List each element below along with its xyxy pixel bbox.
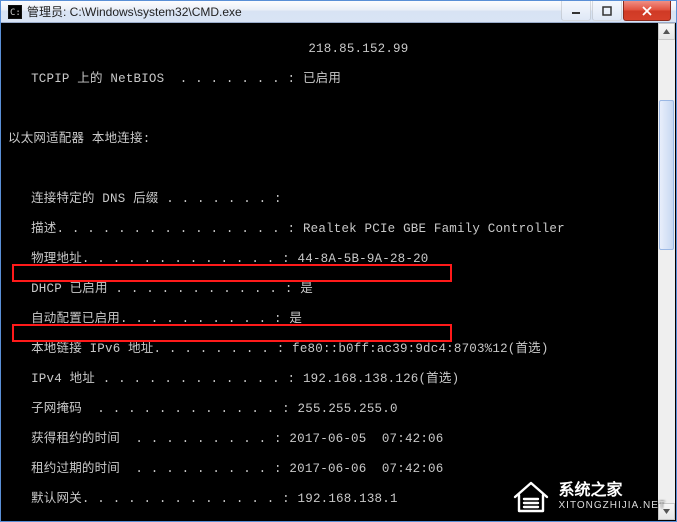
house-icon: [509, 477, 553, 515]
output-line: IPv4 地址 . . . . . . . . . . . . : 192.16…: [8, 372, 653, 387]
output-line: [8, 162, 653, 177]
output-line: 获得租约的时间 . . . . . . . . . : 2017-06-05 0…: [8, 432, 653, 447]
watermark-url: XITONGZHIJIA.NET: [559, 500, 667, 511]
output-line: [8, 102, 653, 117]
output-line: 描述. . . . . . . . . . . . . . . : Realte…: [8, 222, 653, 237]
output-line: 218.85.152.99: [8, 42, 653, 57]
output-line: 物理地址. . . . . . . . . . . . . : 44-8A-5B…: [8, 252, 653, 267]
scroll-track[interactable]: [658, 40, 675, 503]
watermark: 系统之家 XITONGZHIJIA.NET: [509, 477, 667, 515]
terminal-output[interactable]: 218.85.152.99 TCPIP 上的 NetBIOS . . . . .…: [8, 27, 653, 517]
scroll-thumb[interactable]: [659, 100, 674, 250]
output-line: 自动配置已启用. . . . . . . . . . : 是: [8, 312, 653, 327]
vertical-scrollbar[interactable]: [658, 23, 675, 520]
svg-text:C:: C:: [10, 8, 21, 18]
output-line: DHCP 已启用 . . . . . . . . . . . : 是: [8, 282, 653, 297]
output-line: 本地链接 IPv6 地址. . . . . . . . : fe80::b0ff…: [8, 342, 653, 357]
minimize-button[interactable]: [561, 1, 591, 21]
output-line: 连接特定的 DNS 后缀 . . . . . . . :: [8, 192, 653, 207]
output-line: 租约过期的时间 . . . . . . . . . : 2017-06-06 0…: [8, 462, 653, 477]
adapter-header: 以太网适配器 本地连接:: [8, 132, 653, 147]
titlebar[interactable]: C: 管理员: C:\Windows\system32\CMD.exe: [1, 1, 676, 23]
watermark-title: 系统之家: [559, 482, 667, 500]
close-button[interactable]: [623, 1, 671, 21]
output-line: TCPIP 上的 NetBIOS . . . . . . . : 已启用: [8, 72, 653, 87]
scroll-up-button[interactable]: [658, 23, 675, 40]
window-buttons: [561, 1, 676, 22]
window-title: 管理员: C:\Windows\system32\CMD.exe: [27, 3, 561, 20]
cmd-icon: C:: [7, 4, 23, 20]
cmd-window: C: 管理员: C:\Windows\system32\CMD.exe 218.…: [0, 0, 677, 522]
watermark-text: 系统之家 XITONGZHIJIA.NET: [559, 482, 667, 511]
maximize-button[interactable]: [592, 1, 622, 21]
output-line: 子网掩码 . . . . . . . . . . . . : 255.255.2…: [8, 402, 653, 417]
